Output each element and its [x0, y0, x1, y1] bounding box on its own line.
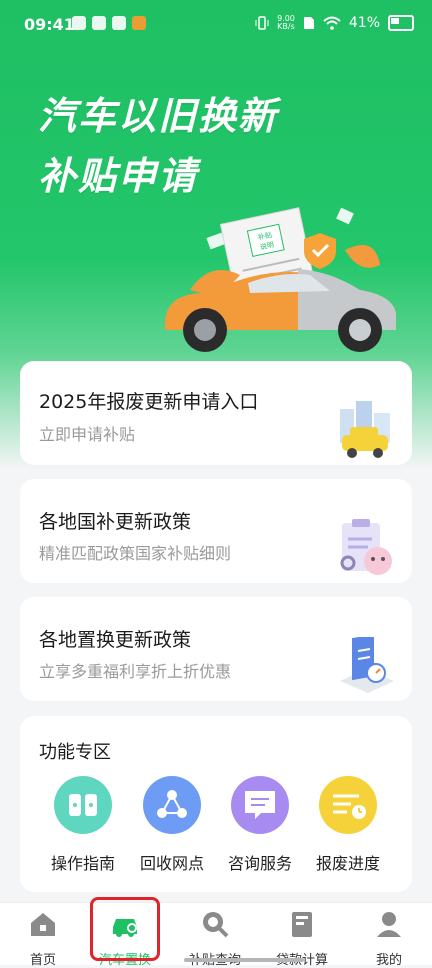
feature-guide[interactable]: 操作指南 — [43, 776, 123, 874]
feature-zone-heading: 功能专区 — [39, 742, 111, 763]
nav-label: 我的 — [375, 953, 402, 968]
feature-consult[interactable]: 咨询服务 — [220, 776, 300, 874]
feature-zone: 功能专区 操作指南 回收网点 咨询服务 报废进度 — [20, 716, 412, 892]
document-compass-icon — [340, 637, 394, 693]
hero-title: 汽车以旧换新 补贴申请 — [38, 86, 278, 206]
car-illustration: 补贴 说明 — [165, 207, 396, 352]
feature-label: 回收网点 — [139, 854, 204, 873]
status-app-icons — [72, 16, 146, 30]
card-national-policy[interactable]: 各地国补更新政策 精准匹配政策国家补贴细则 — [20, 479, 412, 583]
status-time: 09:41 — [24, 15, 75, 34]
wifi-icon — [323, 16, 341, 30]
chat-icon — [231, 776, 289, 834]
card-subtitle: 立即申请补贴 — [39, 425, 136, 444]
status-right: 9.00 KB/s 41% — [255, 15, 414, 31]
shopping-icon — [132, 16, 146, 30]
home-icon — [31, 913, 55, 936]
network-icon — [143, 776, 201, 834]
nav-home[interactable]: 首页 — [0, 909, 86, 968]
hero-title-line2: 补贴申请 — [38, 154, 199, 198]
city-car-icon — [340, 401, 390, 458]
clipboard-mascot-icon — [340, 519, 392, 575]
home-indicator[interactable] — [184, 958, 304, 962]
book-icon — [54, 776, 112, 834]
paper-icon — [336, 207, 354, 225]
battery-percent: 41% — [348, 15, 380, 31]
bottom-nav: 首页 汽车置换 补贴查询 贷款计算 我的 — [0, 902, 432, 968]
tiktok-icon — [112, 16, 126, 30]
card-scrap-apply[interactable]: 2025年报废更新申请入口 立即申请补贴 — [20, 361, 412, 465]
wechat-icon — [92, 16, 106, 30]
battery-icon — [388, 15, 414, 31]
card-title: 各地国补更新政策 — [39, 511, 192, 533]
nav-mine[interactable]: 我的 — [346, 909, 432, 968]
network-speed: 9.00 KB/s — [277, 15, 295, 31]
card-subtitle: 精准匹配政策国家补贴细则 — [39, 544, 232, 563]
hero-title-line1: 汽车以旧换新 — [38, 94, 279, 138]
vibrate-icon — [255, 16, 269, 30]
card-title: 各地置换更新政策 — [39, 629, 192, 651]
user-icon — [377, 912, 401, 937]
card-replacement-policy[interactable]: 各地置换更新政策 立享多重福利享折上折优惠 — [20, 597, 412, 701]
leaf-icon — [345, 245, 380, 268]
card-subtitle: 立享多重福利享折上折优惠 — [39, 662, 232, 681]
nav-label: 首页 — [29, 953, 56, 968]
feature-recycle-points[interactable]: 回收网点 — [132, 776, 212, 874]
book-icon — [292, 912, 312, 937]
progress-icon — [319, 776, 377, 834]
feature-progress[interactable]: 报废进度 — [308, 776, 388, 874]
card-title: 2025年报废更新申请入口 — [39, 391, 259, 413]
feature-label: 操作指南 — [50, 854, 115, 873]
sim-icon — [303, 17, 314, 29]
status-bar: 09:41 9.00 KB/s 41% — [0, 0, 432, 50]
search-icon — [203, 912, 229, 938]
app-notification-icon — [72, 16, 86, 30]
feature-label: 报废进度 — [315, 854, 380, 873]
nav-highlight-box — [90, 897, 160, 961]
feature-label: 咨询服务 — [227, 854, 292, 873]
network-speed-unit: KB/s — [277, 22, 295, 31]
